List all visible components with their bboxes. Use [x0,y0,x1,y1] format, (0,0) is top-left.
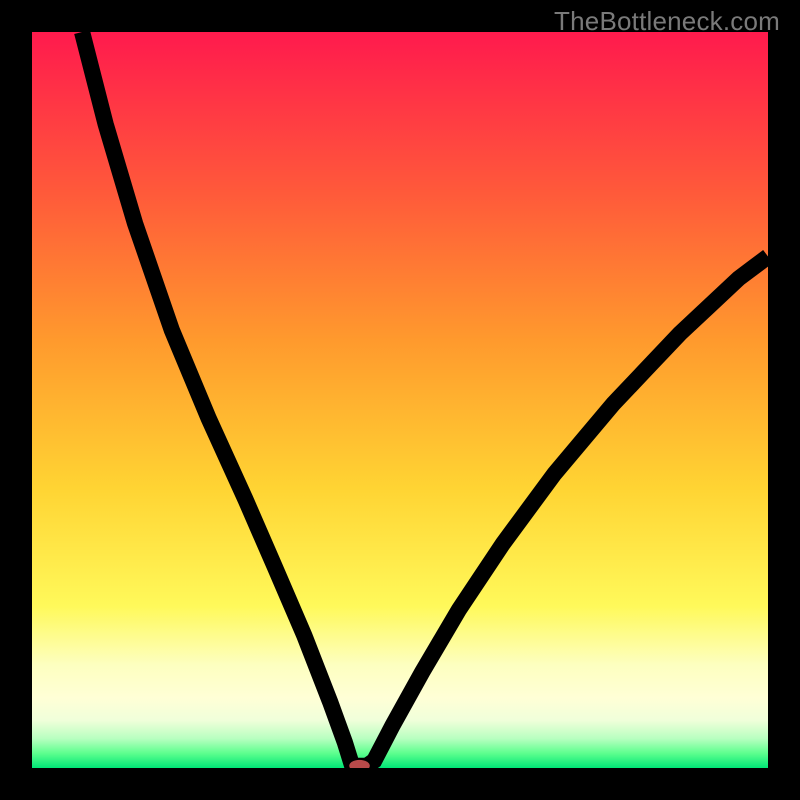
chart-frame: TheBottleneck.com [0,0,800,800]
watermark-text: TheBottleneck.com [554,6,780,37]
plot-area [32,32,768,768]
gradient-background [32,32,768,768]
chart-svg [32,32,768,768]
